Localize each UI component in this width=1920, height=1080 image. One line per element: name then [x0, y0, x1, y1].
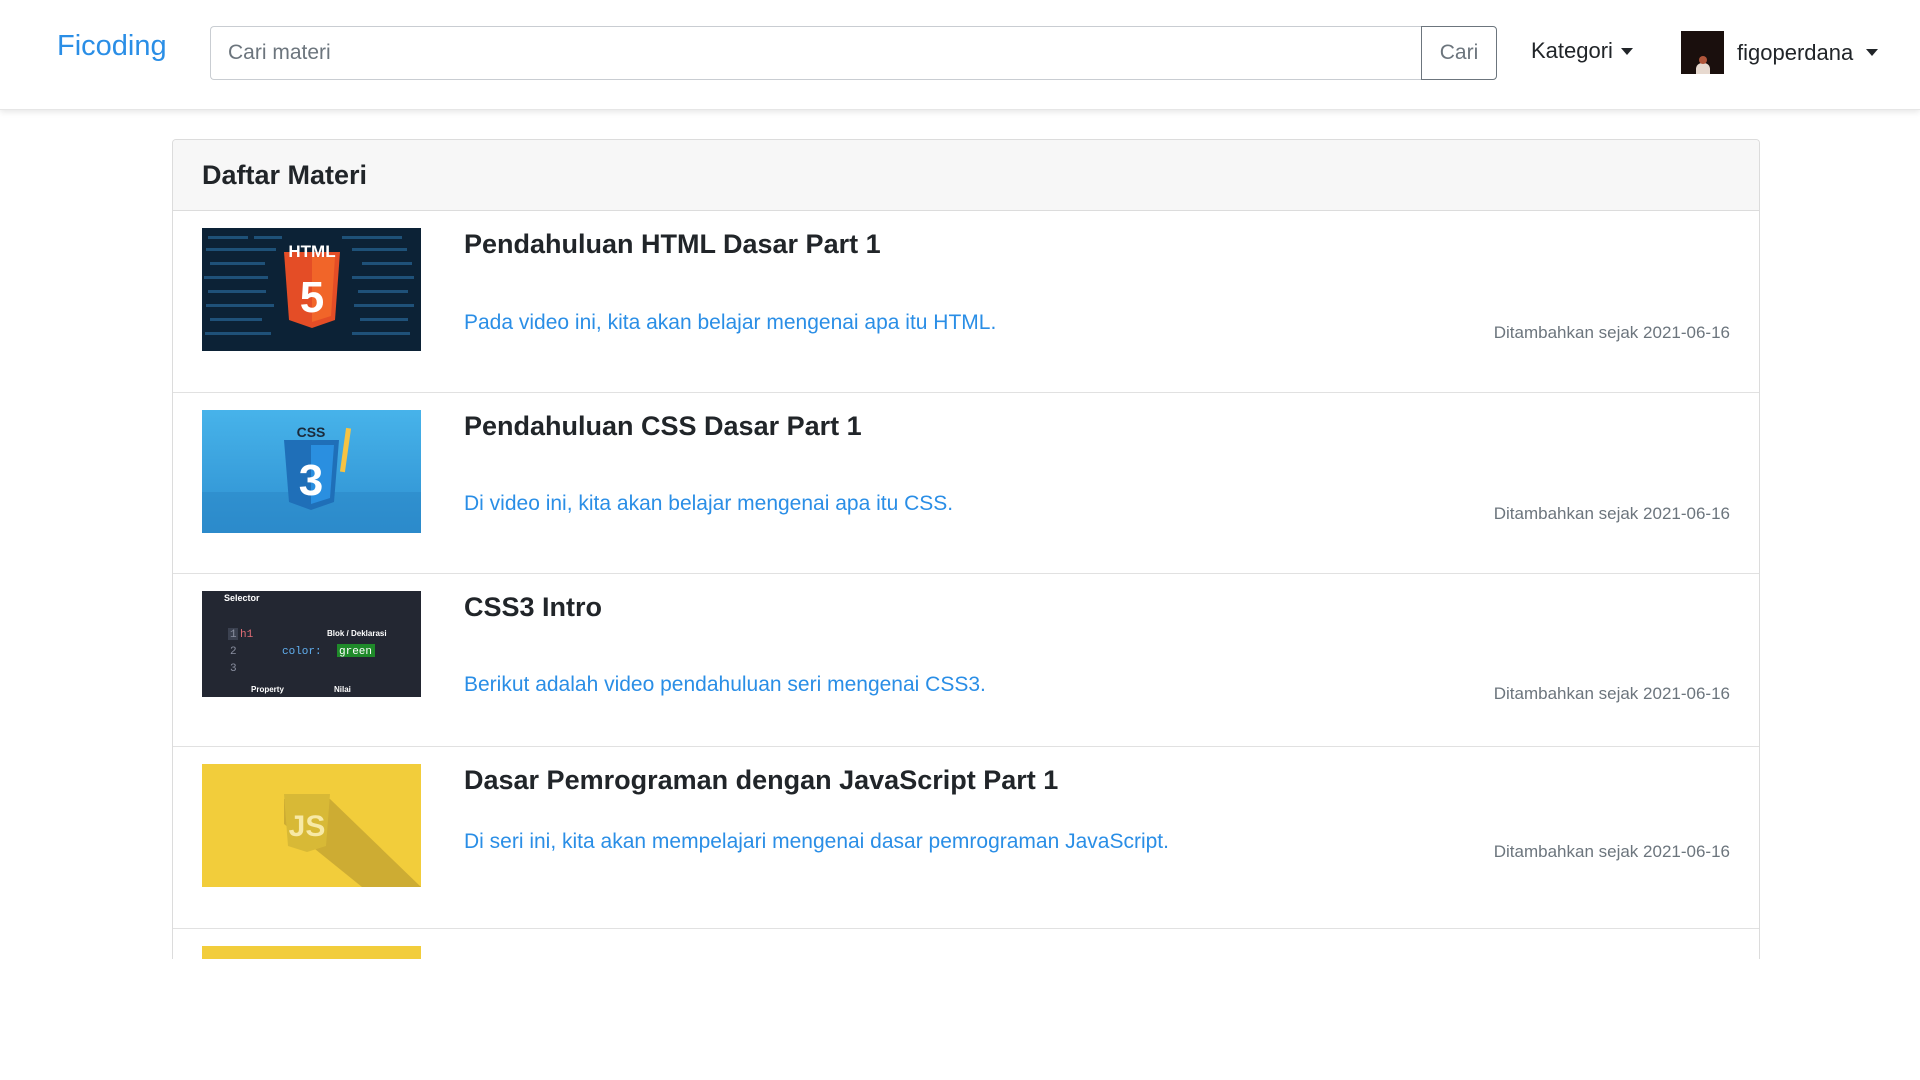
thumb-block-label: Blok / Deklarasi	[327, 629, 387, 638]
materi-list-card: Daftar Materi HTML 5 Pendahuluan HTML Da…	[172, 139, 1760, 959]
caret-down-icon	[1866, 49, 1879, 56]
css-code-diagram-icon: Selector Blok / Deklarasi 1 h1 2 color: …	[202, 591, 421, 697]
item-title[interactable]: Dasar Pemrograman dengan JavaScript Part…	[464, 765, 1058, 796]
list-item[interactable]: JS Dasar Pemrograman dengan JavaScript P…	[173, 747, 1759, 929]
avatar-face-shape	[1699, 56, 1707, 64]
thumb-property-label: Property	[251, 685, 284, 694]
thumb-css-badge: 3	[299, 456, 323, 505]
kategori-dropdown[interactable]: Kategori	[1531, 38, 1633, 64]
thumb-line-2-prop: color:	[282, 646, 322, 658]
js-thumbnail[interactable]: JS	[202, 764, 421, 887]
thumb-selector-label: Selector	[224, 593, 260, 603]
thumb-line-1-tag: h1	[240, 629, 254, 641]
css-selector-thumbnail[interactable]: Selector Blok / Deklarasi 1 h1 2 color: …	[202, 591, 421, 697]
avatar-body-shape	[1696, 63, 1710, 74]
item-title[interactable]: Pendahuluan HTML Dasar Part 1	[464, 229, 881, 260]
thumb-line-2-num: 2	[230, 646, 237, 658]
user-menu-dropdown[interactable]: figoperdana	[1681, 31, 1879, 74]
item-date: Ditambahkan sejak 2021-06-16	[1493, 684, 1730, 703]
card-header-title: Daftar Materi	[173, 140, 1759, 211]
js-thumbnail[interactable]	[202, 946, 421, 959]
search-input[interactable]	[210, 26, 1421, 80]
list-item[interactable]: Selector Blok / Deklarasi 1 h1 2 color: …	[173, 574, 1759, 747]
css3-logo-icon: CSS 3	[202, 410, 421, 533]
thumb-line-3-num: 3	[230, 663, 237, 675]
item-description-link[interactable]: Berikut adalah video pendahuluan seri me…	[464, 673, 986, 697]
list-item[interactable]: CSS 3 Pendahuluan CSS Dasar Part 1 Di vi…	[173, 393, 1759, 574]
thumb-line-1-num: 1	[230, 629, 237, 641]
list-item[interactable]: HTML 5 Pendahuluan HTML Dasar Part 1 Pad…	[173, 211, 1759, 393]
search-button[interactable]: Cari	[1421, 26, 1497, 80]
html5-logo-icon: HTML 5	[202, 228, 421, 351]
js-logo-icon: JS	[202, 764, 421, 887]
brand-logo-link[interactable]: Ficoding	[57, 30, 167, 63]
thumb-line-2-val: green	[339, 646, 372, 658]
username-label: figoperdana	[1737, 39, 1854, 65]
css-thumbnail[interactable]: CSS 3	[202, 410, 421, 533]
list-item[interactable]	[173, 929, 1759, 959]
item-description-link[interactable]: Di video ini, kita akan belajar mengenai…	[464, 492, 953, 516]
caret-down-icon	[1620, 47, 1633, 55]
item-title[interactable]: CSS3 Intro	[464, 592, 602, 623]
thumb-nilai-label: Nilai	[334, 685, 351, 694]
search-form: Cari	[210, 26, 1497, 80]
item-date: Ditambahkan sejak 2021-06-16	[1493, 504, 1730, 523]
item-description-link[interactable]: Di seri ini, kita akan mempelajari menge…	[464, 830, 1169, 854]
item-title[interactable]: Pendahuluan CSS Dasar Part 1	[464, 411, 862, 442]
thumb-css-text: CSS	[297, 424, 326, 440]
item-date: Ditambahkan sejak 2021-06-16	[1493, 842, 1730, 861]
top-navbar: Ficoding Cari Kategori figoperdana	[0, 0, 1920, 110]
thumb-js-text: JS	[289, 810, 326, 843]
html-thumbnail[interactable]: HTML 5	[202, 228, 421, 351]
item-description-link[interactable]: Pada video ini, kita akan belajar mengen…	[464, 311, 996, 335]
avatar	[1681, 31, 1724, 74]
thumb-html-text: HTML	[288, 242, 335, 261]
kategori-label: Kategori	[1531, 38, 1613, 63]
item-date: Ditambahkan sejak 2021-06-16	[1493, 323, 1730, 342]
thumb-html-badge: 5	[300, 273, 324, 322]
